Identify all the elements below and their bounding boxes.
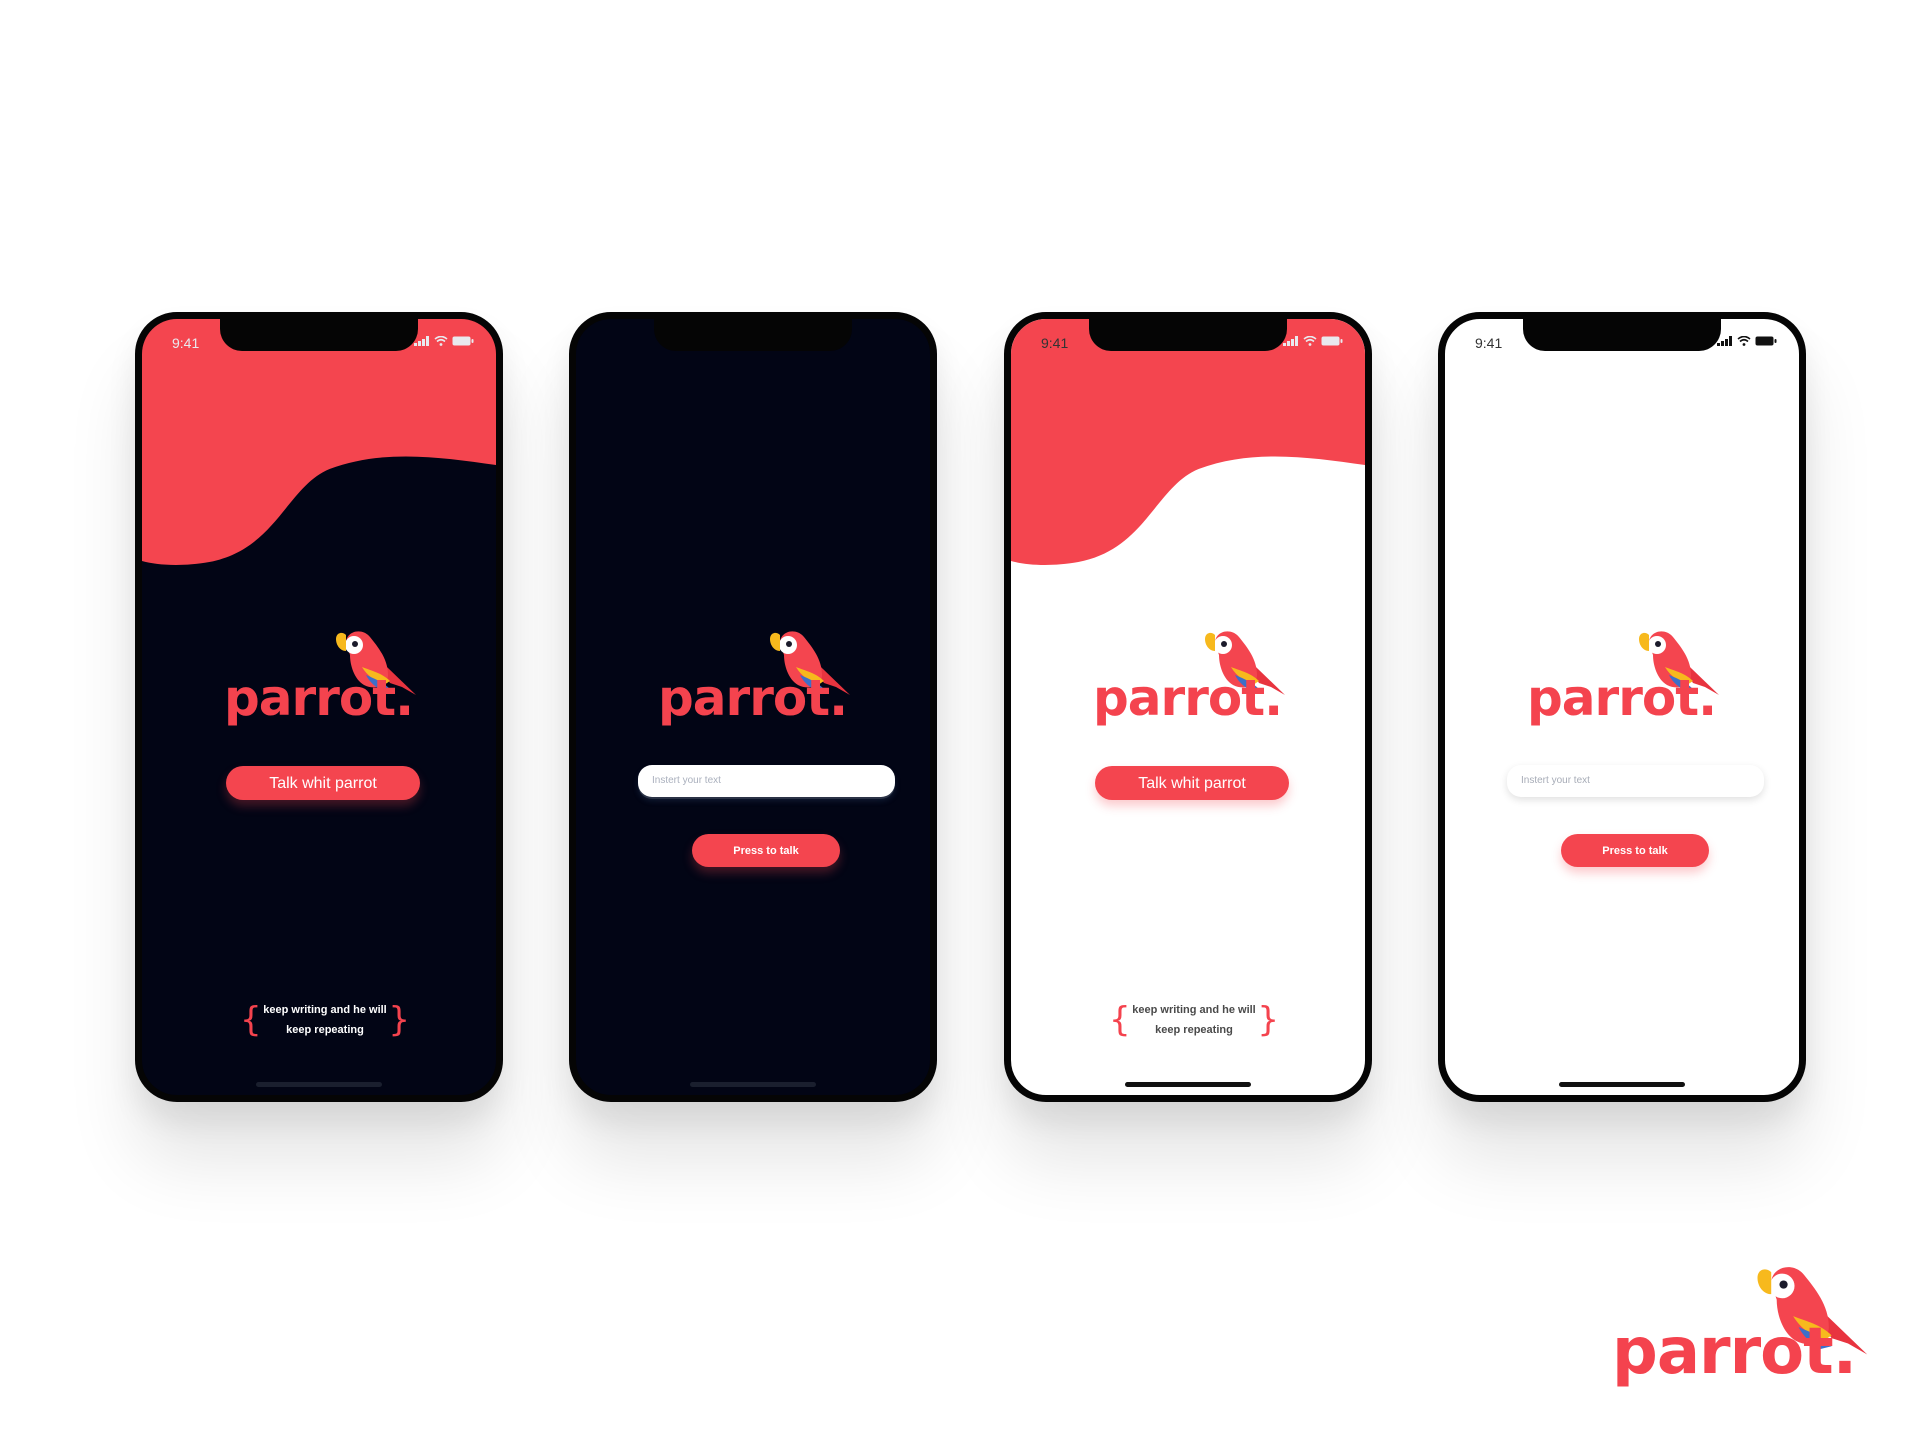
status-time: 9:41 <box>1041 335 1069 351</box>
brand-logo-large: parrot. <box>1612 1258 1872 1398</box>
wifi-icon <box>1737 336 1751 346</box>
status-time: 9:41 <box>1475 335 1503 351</box>
app-logo: parrot. <box>1527 625 1727 735</box>
brand-wordmark: parrot. <box>1527 669 1717 727</box>
brace-right-icon: } <box>388 1000 410 1040</box>
talk-with-parrot-button[interactable]: Talk whit parrot <box>1095 766 1289 800</box>
tagline-line-1: keep writing and he will <box>1132 1004 1256 1016</box>
wifi-icon <box>1303 336 1317 346</box>
phone-dark-welcome: 9:41 parrot. Talk whit parrot { keep wri… <box>135 312 503 1102</box>
status-icons <box>1283 336 1343 346</box>
tagline-line-1: keep writing and he will <box>263 1004 387 1016</box>
wave-header <box>1011 319 1365 565</box>
talk-with-parrot-button[interactable]: Talk whit parrot <box>226 766 420 800</box>
wave-header <box>142 319 496 565</box>
brand-wordmark: parrot. <box>658 669 848 727</box>
app-logo: parrot. <box>224 625 424 735</box>
app-logo: parrot. <box>658 625 858 735</box>
status-icons <box>1717 336 1777 346</box>
app-logo: parrot. <box>1093 625 1293 735</box>
tagline: { keep writing and he will keep repeatin… <box>240 1000 410 1044</box>
signal-icon <box>1717 336 1732 346</box>
tagline-line-2: keep repeating <box>1155 1024 1233 1036</box>
battery-icon <box>1321 336 1343 346</box>
text-input-field[interactable]: Instert your text <box>638 765 895 797</box>
home-indicator[interactable] <box>256 1082 382 1087</box>
text-input-field[interactable]: Instert your text <box>1507 765 1764 797</box>
notch <box>220 319 418 351</box>
status-icons <box>414 336 474 346</box>
status-time: 9:41 <box>172 335 200 351</box>
press-to-talk-button[interactable]: Press to talk <box>1561 834 1709 867</box>
battery-icon <box>452 336 474 346</box>
signal-icon <box>1283 336 1298 346</box>
home-indicator[interactable] <box>690 1082 816 1087</box>
brand-wordmark: parrot. <box>1612 1315 1857 1389</box>
tagline-line-2: keep repeating <box>286 1024 364 1036</box>
brand-wordmark: parrot. <box>1093 669 1283 727</box>
brand-wordmark: parrot. <box>224 669 414 727</box>
signal-icon <box>414 336 429 346</box>
notch <box>654 319 852 351</box>
phone-dark-input: parrot. Instert your text Press to talk <box>569 312 937 1102</box>
home-indicator[interactable] <box>1559 1082 1685 1087</box>
notch <box>1523 319 1721 351</box>
press-to-talk-button[interactable]: Press to talk <box>692 834 840 867</box>
tagline: { keep writing and he will keep repeatin… <box>1109 1000 1279 1044</box>
notch <box>1089 319 1287 351</box>
home-indicator[interactable] <box>1125 1082 1251 1087</box>
phone-light-input: 9:41 parrot. Instert your text Press to … <box>1438 312 1806 1102</box>
brace-right-icon: } <box>1257 1000 1279 1040</box>
phone-light-welcome: 9:41 parrot. Talk whit parrot { keep wri… <box>1004 312 1372 1102</box>
battery-icon <box>1755 336 1777 346</box>
wifi-icon <box>434 336 448 346</box>
